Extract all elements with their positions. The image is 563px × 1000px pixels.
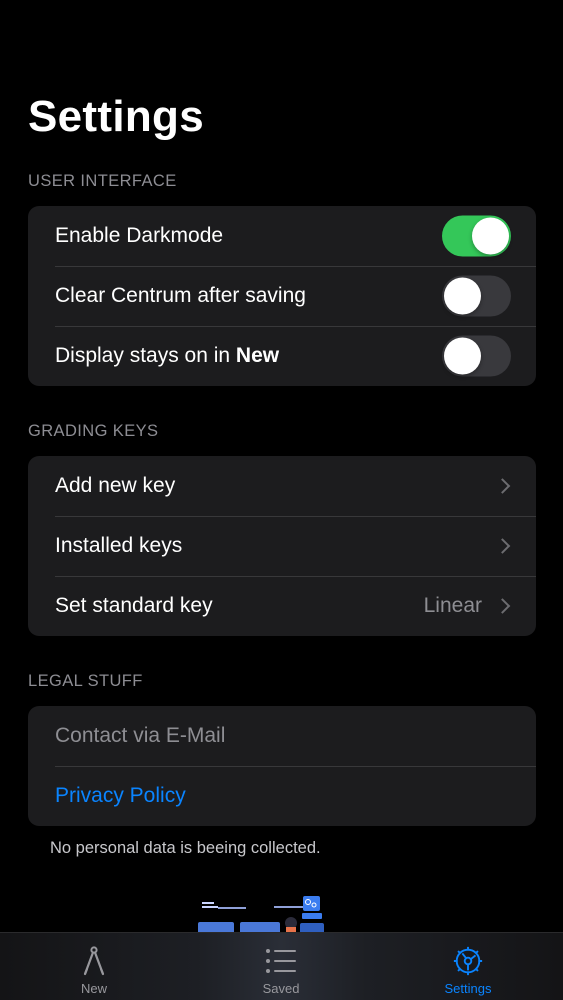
tab-settings-label: Settings: [444, 981, 492, 996]
toggle-knob: [444, 337, 481, 375]
section-header-grading-keys: GRADING KEYS: [28, 422, 159, 440]
installed-keys-row[interactable]: Installed keys: [28, 516, 536, 576]
chevron-right-icon: [494, 538, 511, 554]
display-on-row: Display stays on in New: [28, 326, 536, 386]
add-key-label: Add new key: [55, 474, 176, 497]
user-interface-group: Enable Darkmode Clear Centrum after savi…: [28, 206, 536, 386]
display-on-label-prefix: Display stays on in: [55, 344, 236, 367]
clear-centrum-toggle[interactable]: [442, 275, 511, 317]
toggle-knob: [444, 277, 481, 315]
clear-centrum-row: Clear Centrum after saving: [28, 266, 536, 326]
display-on-label-bold: New: [235, 344, 280, 367]
tab-new-label: New: [80, 981, 107, 996]
installed-keys-label: Installed keys: [55, 534, 183, 557]
toggle-knob: [472, 217, 509, 255]
privacy-policy-link[interactable]: Privacy Policy: [55, 784, 186, 808]
contact-row[interactable]: Contact via E-Mail: [28, 706, 536, 766]
compass-icon: [83, 946, 105, 976]
display-on-toggle[interactable]: [442, 335, 511, 377]
privacy-row[interactable]: Privacy Policy: [28, 766, 536, 826]
clear-centrum-label: Clear Centrum after saving: [55, 284, 306, 307]
chevron-right-icon: [494, 598, 511, 614]
contact-email-link[interactable]: Contact via E-Mail: [55, 724, 225, 748]
chevron-right-icon: [494, 478, 511, 494]
standard-key-label: Set standard key: [55, 594, 213, 617]
tab-settings[interactable]: Settings: [413, 933, 523, 1000]
tab-saved[interactable]: Saved: [226, 933, 336, 1000]
section-header-user-interface: USER INTERFACE: [28, 172, 177, 190]
darkmode-label: Enable Darkmode: [55, 224, 224, 247]
tab-new[interactable]: New: [39, 933, 149, 1000]
tab-saved-label: Saved: [262, 981, 300, 996]
darkmode-row: Enable Darkmode: [28, 206, 536, 266]
gear-icon: [453, 946, 483, 976]
standard-key-value: Linear: [423, 594, 482, 617]
grading-keys-group: Add new key Installed keys Set standard …: [28, 456, 536, 636]
standard-key-row[interactable]: Set standard key Linear: [28, 576, 536, 636]
add-key-row[interactable]: Add new key: [28, 456, 536, 516]
section-header-legal: LEGAL STUFF: [28, 672, 143, 690]
privacy-note: No personal data is beeing collected.: [50, 839, 321, 857]
page-title: Settings: [28, 92, 204, 141]
tab-bar: New Saved Settings: [0, 932, 563, 1000]
legal-group: Contact via E-Mail Privacy Policy: [28, 706, 536, 826]
darkmode-toggle[interactable]: [442, 215, 511, 257]
display-on-label: Display stays on in New: [55, 344, 279, 368]
list-icon: [266, 949, 296, 973]
